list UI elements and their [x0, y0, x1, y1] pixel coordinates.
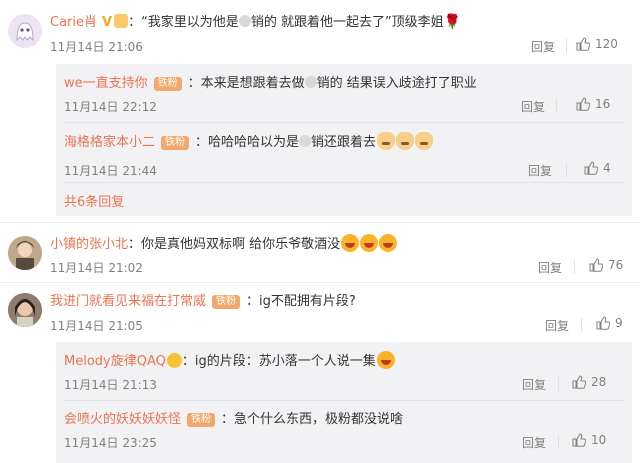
username[interactable]: 小镇的张小北	[50, 237, 128, 252]
avatar[interactable]	[8, 293, 42, 327]
comment-item: 小镇的张小北：你是真他妈双标啊 给你乐爷敬酒没 11月14日 21:02 回复 …	[0, 222, 640, 284]
member-badge-icon	[166, 353, 182, 368]
like-button[interactable]: 120	[576, 37, 618, 51]
reply-button[interactable]: 回复	[531, 38, 555, 55]
comment-item: 我进门就看见来福在打常威 铁粉 ：ig不配拥有片段? 11月14日 21:05 回复…	[0, 282, 640, 463]
username[interactable]: Carie肖	[50, 15, 97, 30]
divider	[558, 435, 559, 449]
like-button[interactable]: 10	[572, 433, 606, 447]
blur-mark	[299, 135, 312, 147]
reply-button[interactable]: 回复	[528, 162, 552, 179]
timestamp: 11月14日 21:05	[50, 319, 143, 333]
reply-text: we一直支持你 铁粉 ：本来是想跟着去做 销的 结果误入歧途打了职业	[64, 72, 477, 91]
comment-text-end: 销的 就跟着他一起去了”顶级李姐	[250, 15, 444, 30]
blur-mark	[238, 15, 251, 27]
fan-badge: 铁粉	[153, 77, 182, 91]
reply-button[interactable]: 回复	[545, 317, 569, 334]
divider	[64, 182, 624, 183]
reply-list: we一直支持你 铁粉 ：本来是想跟着去做 销的 结果误入歧途打了职业 11月14日 2…	[56, 64, 632, 216]
comment-text-body: ：ig不配拥有片段?	[246, 294, 356, 309]
timestamp: 11月14日 21:02	[50, 261, 143, 275]
divider	[574, 260, 575, 274]
like-count: 4	[603, 161, 611, 175]
laugh-emoji-icon	[341, 234, 360, 252]
divider	[64, 400, 624, 401]
verified-v-icon: V	[102, 15, 113, 30]
reply-username[interactable]: we一直支持你	[64, 76, 148, 91]
reply-button[interactable]: 回复	[522, 376, 546, 393]
timestamp: 11月14日 22:12	[64, 100, 157, 114]
like-button[interactable]: 4	[584, 161, 611, 175]
thumbs-up-icon	[572, 375, 586, 389]
reply-text: 会喷火的妖妖妖妖怪 铁粉 ：急个什么东西，极粉都没说啥	[64, 408, 403, 427]
timestamp: 11月14日 21:44	[64, 164, 157, 178]
avatar-ghost-icon	[8, 14, 42, 48]
thumbs-up-icon	[576, 97, 590, 111]
laugh-emoji-icon	[379, 234, 398, 252]
reply-button[interactable]: 回复	[521, 98, 545, 115]
like-button[interactable]: 76	[589, 258, 623, 272]
divider	[566, 163, 567, 177]
reply-list: Melody旋律QAQ ：ig的片段：苏小落一个人说一集 11月14日 21:13…	[56, 342, 632, 463]
thumbs-up-icon	[596, 316, 610, 330]
divider	[556, 99, 557, 113]
divider	[566, 39, 567, 53]
thumbs-up-icon	[589, 258, 603, 272]
like-button[interactable]: 9	[596, 316, 623, 330]
comment-item: Carie肖 V ：“我家里以为他是 销的 就跟着他一起去了”顶级李姐🌹 11月14日…	[0, 0, 640, 216]
timestamp: 11月14日 23:25	[64, 436, 157, 450]
medal-icon	[114, 14, 129, 28]
like-button[interactable]: 16	[576, 97, 610, 111]
like-count: 9	[615, 316, 623, 330]
comment-text-body: ：你是真他妈双标啊 给你乐爷敬酒没	[128, 237, 341, 252]
like-count: 120	[595, 37, 618, 51]
comment-text: Carie肖 V ：“我家里以为他是 销的 就跟着他一起去了”顶级李姐🌹	[50, 11, 461, 30]
thumbs-up-icon	[572, 433, 586, 447]
reply-text-start: ：哈哈哈哈以为是	[195, 135, 300, 150]
thumbs-up-icon	[576, 37, 590, 51]
reply-button[interactable]: 回复	[522, 434, 546, 451]
like-button[interactable]: 28	[572, 375, 606, 389]
laugh-emoji-icon	[376, 351, 395, 369]
fan-badge: 铁粉	[187, 413, 216, 427]
comment-text: 小镇的张小北：你是真他妈双标啊 给你乐爷敬酒没	[50, 233, 398, 252]
thumbs-up-icon	[584, 161, 598, 175]
reply-username[interactable]: Melody旋律QAQ	[64, 354, 166, 369]
rose-icon: 🌹	[443, 14, 462, 30]
divider	[558, 377, 559, 391]
fan-badge: 铁粉	[212, 295, 241, 309]
reply-username[interactable]: 海格格家本小二	[64, 135, 155, 150]
reply-username[interactable]: 会喷火的妖妖妖妖怪	[64, 412, 181, 427]
comment-text: 我进门就看见来福在打常威 铁粉 ：ig不配拥有片段?	[50, 290, 356, 309]
more-replies-link[interactable]: 共6条回复	[64, 191, 124, 210]
avatar-photo-icon	[8, 293, 42, 327]
blur-mark	[304, 76, 317, 88]
cat-emoji-icon	[415, 132, 434, 150]
like-count: 10	[591, 433, 607, 447]
comment-text-start: ：“我家里以为他是	[128, 15, 239, 30]
reply-text-body: ：ig的片段：苏小落一个人说一集	[181, 354, 376, 369]
avatar[interactable]	[8, 14, 42, 48]
username[interactable]: 我进门就看见来福在打常威	[50, 294, 206, 309]
reply-text: 海格格家本小二 铁粉 ：哈哈哈哈以为是 销还跟着去	[64, 131, 434, 150]
divider	[581, 318, 582, 332]
reply-text: Melody旋律QAQ ：ig的片段：苏小落一个人说一集	[64, 350, 395, 369]
divider	[64, 122, 624, 123]
reply-text-start: ：本来是想跟着去做	[187, 76, 305, 91]
reply-text-end: 销的 结果误入歧途打了职业	[316, 76, 477, 91]
timestamp: 11月14日 21:13	[64, 378, 157, 392]
reply-text-body: ：急个什么东西，极粉都没说啥	[221, 412, 404, 427]
cat-emoji-icon	[396, 132, 415, 150]
fan-badge: 铁粉	[161, 136, 190, 150]
like-count: 16	[595, 97, 611, 111]
like-count: 28	[591, 375, 607, 389]
like-count: 76	[608, 258, 624, 272]
avatar[interactable]	[8, 236, 42, 270]
laugh-emoji-icon	[360, 234, 379, 252]
cat-emoji-icon	[377, 132, 396, 150]
avatar-photo-icon	[8, 236, 42, 270]
timestamp: 11月14日 21:06	[50, 40, 143, 54]
reply-text-end: 销还跟着去	[311, 135, 377, 150]
reply-button[interactable]: 回复	[538, 259, 562, 276]
